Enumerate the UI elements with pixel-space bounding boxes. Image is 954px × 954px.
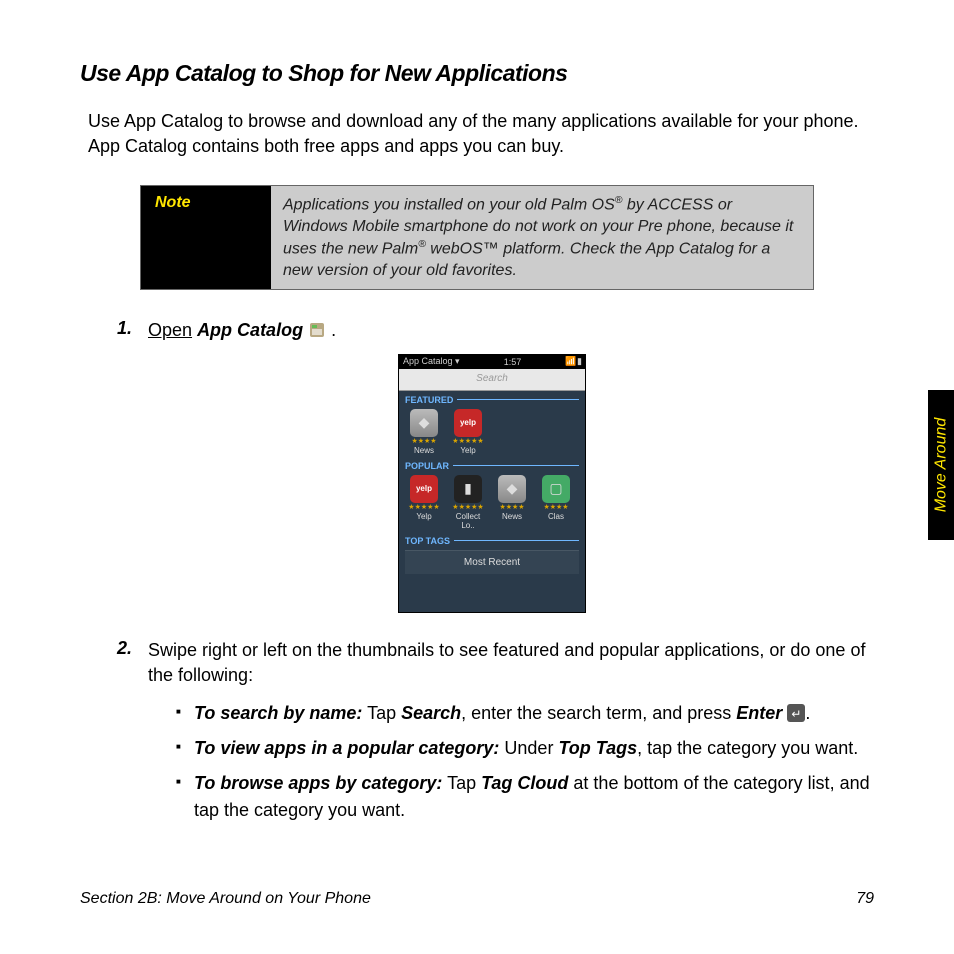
app-tile: ▮★★★★★Collect Lo.. [449,475,487,530]
page-footer: Section 2B: Move Around on Your Phone 79 [80,890,874,908]
phone-time: 1:57 [504,357,522,367]
note-label: Note [141,186,271,289]
period: . [326,320,336,340]
bullet-browse-by-category: To browse apps by category: Tap Tag Clou… [176,770,874,824]
phone-title: App Catalog [403,356,453,366]
app-catalog-icon [308,321,326,339]
enter-key-icon [787,704,805,722]
open-link[interactable]: Open [148,320,192,340]
section-toptags: TOP TAGS [399,532,585,548]
tag-most-recent: Most Recent [405,550,579,574]
app-tile: yelp★★★★★Yelp [449,409,487,455]
app-tile: ◆★★★★News [493,475,531,530]
app-tile: ▢★★★★Clas [537,475,575,530]
step-2-body: Swipe right or left on the thumbnails to… [148,638,874,832]
footer-page-number: 79 [856,890,874,908]
steps-list: 1. Open App Catalog . App Catalog ▾ 1:57… [110,318,874,832]
app-tile: ◆★★★★News [405,409,443,455]
phone-search-field: Search [399,369,585,391]
note-body: Applications you installed on your old P… [271,186,813,289]
app-tile: yelp★★★★★Yelp [405,475,443,530]
bullet-search-by-name: To search by name: Tap Search, enter the… [176,700,874,727]
section-popular: POPULAR [399,457,585,473]
footer-section: Section 2B: Move Around on Your Phone [80,890,371,908]
app-catalog-name: App Catalog [197,320,303,340]
step-number: 1. [110,318,132,343]
signal-icon: 📶 ▮ [565,356,581,367]
intro-paragraph: Use App Catalog to browse and download a… [88,109,866,159]
step-1-body: Open App Catalog . [148,318,874,343]
note-box: Note Applications you installed on your … [140,185,814,290]
side-tab: Move Around [928,390,954,540]
section-featured: FEATURED [399,391,585,407]
step-number: 2. [110,638,132,832]
section-heading: Use App Catalog to Shop for New Applicat… [80,60,874,87]
phone-screenshot: App Catalog ▾ 1:57 📶 ▮ Search FEATURED ◆… [398,354,586,613]
bullet-popular-category: To view apps in a popular category: Unde… [176,735,874,762]
